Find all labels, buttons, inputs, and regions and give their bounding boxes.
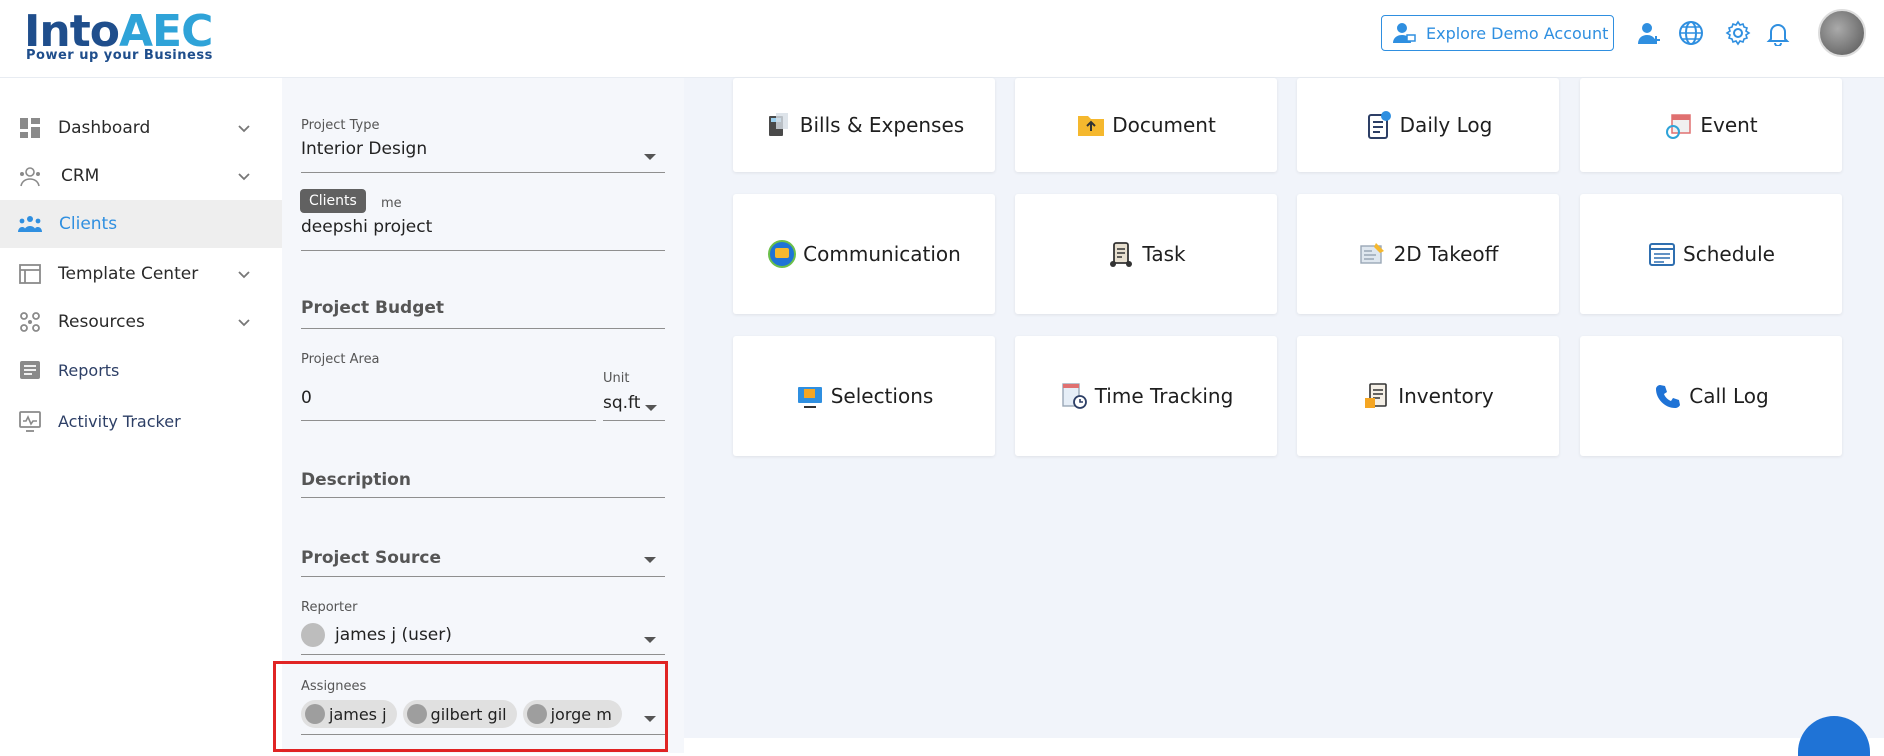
- field-value: deepshi project: [301, 217, 433, 237]
- time-tracking-icon: [1062, 383, 1087, 409]
- sidebar-item-label: Activity Tracker: [58, 411, 181, 431]
- demo-user-icon: [1393, 23, 1416, 43]
- sidebar-item-label: CRM: [61, 166, 100, 186]
- module-card-bills-expenses[interactable]: Bills & Expenses: [733, 78, 995, 172]
- assignees-highlight-box: [273, 661, 668, 752]
- module-card-event[interactable]: Event: [1580, 78, 1842, 172]
- top-bar: IntoAEC Power up your Business Explore D…: [0, 0, 1884, 78]
- caret-down-icon: [645, 405, 657, 411]
- gear-icon[interactable]: [1723, 18, 1753, 48]
- module-card-inventory[interactable]: Inventory: [1297, 336, 1559, 456]
- template-icon: [19, 264, 41, 284]
- selections-icon: [797, 387, 822, 408]
- sidebar-item-crm[interactable]: CRM: [0, 152, 282, 200]
- chevron-down-icon: [238, 271, 250, 279]
- daily-log-icon: [1367, 111, 1391, 139]
- activity-icon: [19, 411, 41, 432]
- sidebar-item-label: Clients: [59, 214, 118, 234]
- takeoff-icon: [1359, 243, 1384, 264]
- description-field[interactable]: Description: [301, 470, 665, 498]
- module-card-schedule[interactable]: Schedule: [1580, 194, 1842, 314]
- clients-icon: [18, 216, 42, 232]
- inventory-icon: [1365, 383, 1388, 408]
- caret-down-icon: [644, 154, 656, 160]
- project-type-select[interactable]: Project Type Interior Design: [301, 118, 665, 174]
- module-label: Call Log: [1689, 384, 1769, 408]
- module-label: Document: [1112, 113, 1216, 137]
- field-value: 0: [301, 388, 312, 408]
- communication-icon: [768, 240, 797, 268]
- field-placeholder: Project Budget: [301, 298, 445, 318]
- user-avatar[interactable]: [1818, 9, 1866, 57]
- field-value: sq.ft: [603, 393, 641, 413]
- explore-demo-label: Explore Demo Account: [1426, 23, 1609, 43]
- module-label: Bills & Expenses: [799, 113, 965, 137]
- module-label: 2D Takeoff: [1393, 242, 1499, 266]
- chevron-down-icon: [238, 125, 250, 133]
- explore-demo-button[interactable]: Explore Demo Account: [1381, 15, 1614, 51]
- module-card-daily-log[interactable]: Daily Log: [1297, 78, 1559, 172]
- sidebar-item-template-center[interactable]: Template Center: [0, 250, 282, 298]
- module-card-task[interactable]: Task: [1015, 194, 1277, 314]
- field-value: Interior Design: [301, 139, 428, 159]
- sidebar-item-label: Reports: [58, 360, 120, 380]
- document-icon: [1078, 116, 1105, 136]
- module-label: Selections: [830, 384, 934, 408]
- sidebar-item-resources[interactable]: Resources: [0, 298, 282, 346]
- crm-icon: [20, 167, 40, 187]
- sidebar-item-reports[interactable]: Reports: [0, 346, 282, 394]
- phone-icon: [1656, 385, 1681, 408]
- module-label: Schedule: [1683, 242, 1775, 266]
- module-card-time-tracking[interactable]: Time Tracking: [1015, 336, 1277, 456]
- module-card-communication[interactable]: Communication: [733, 194, 995, 314]
- module-card-selections[interactable]: Selections: [733, 336, 995, 456]
- logo-tagline: Power up your Business: [26, 48, 213, 63]
- sidebar-item-activity-tracker[interactable]: Activity Tracker: [0, 397, 282, 445]
- field-value: james j (user): [335, 625, 452, 645]
- unit-select[interactable]: Unit sq.ft: [603, 371, 665, 424]
- chevron-down-icon: [238, 173, 250, 181]
- module-card-document[interactable]: Document: [1015, 78, 1277, 172]
- schedule-icon: [1649, 243, 1676, 266]
- chevron-down-icon: [238, 319, 250, 327]
- dashboard-icon: [20, 118, 40, 138]
- module-label: Event: [1700, 113, 1758, 137]
- sidebar-item-label: Template Center: [58, 264, 199, 284]
- module-card-2d-takeoff[interactable]: 2D Takeoff: [1297, 194, 1559, 314]
- field-label: Reporter: [301, 600, 358, 615]
- caret-down-icon: [644, 637, 656, 643]
- sidebar: Dashboard CRM Clients Template Center Re…: [0, 78, 282, 753]
- module-label: Daily Log: [1399, 113, 1493, 137]
- module-card-call-log[interactable]: Call Log: [1580, 336, 1842, 456]
- field-label: Unit: [603, 371, 630, 386]
- globe-icon[interactable]: [1676, 18, 1706, 48]
- resources-icon: [20, 312, 40, 332]
- sidebar-item-label: Resources: [58, 312, 145, 332]
- sidebar-item-label: Dashboard: [58, 118, 151, 138]
- project-budget-field[interactable]: Project Budget: [301, 298, 665, 330]
- bell-icon[interactable]: [1763, 18, 1793, 48]
- module-label: Communication: [803, 242, 961, 266]
- module-label: Inventory: [1398, 384, 1494, 408]
- field-label: Project Type: [301, 118, 380, 133]
- bills-icon: [768, 113, 788, 136]
- sidebar-item-clients[interactable]: Clients: [0, 200, 282, 248]
- task-icon: [1110, 242, 1133, 267]
- add-user-icon[interactable]: [1634, 18, 1664, 48]
- module-label: Task: [1142, 242, 1186, 266]
- person-avatar-icon: [301, 623, 325, 647]
- clients-tooltip: Clients: [300, 189, 366, 213]
- caret-down-icon: [644, 557, 656, 563]
- intoaec-logo[interactable]: IntoAEC Power up your Business: [24, 6, 214, 66]
- reports-icon: [20, 361, 40, 379]
- project-source-select[interactable]: Project Source: [301, 548, 665, 578]
- field-label: Project Area: [301, 352, 380, 367]
- event-icon: [1666, 114, 1692, 139]
- field-placeholder: Description: [301, 470, 411, 490]
- module-label: Time Tracking: [1094, 384, 1234, 408]
- sidebar-item-dashboard[interactable]: Dashboard: [0, 104, 282, 152]
- reporter-select[interactable]: Reporter james j (user): [301, 600, 665, 656]
- field-placeholder: Project Source: [301, 548, 442, 568]
